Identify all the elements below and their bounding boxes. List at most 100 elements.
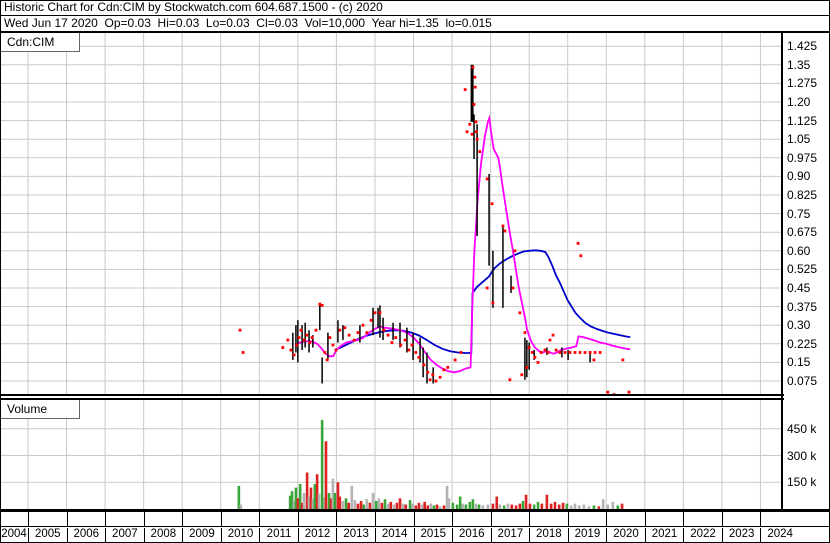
year-tick	[336, 512, 338, 526]
volume-panel-label: Volume	[0, 400, 80, 419]
volume-bar	[338, 496, 342, 509]
trade-dot	[583, 351, 587, 354]
trade-dot	[554, 348, 558, 352]
year-label-2006: 2006	[66, 528, 106, 542]
year-tick	[644, 512, 646, 526]
trade-dot	[328, 336, 332, 339]
volume-bar	[377, 498, 381, 509]
trade-dot	[473, 85, 477, 89]
trade-dot	[305, 333, 309, 337]
trade-dot	[621, 358, 625, 362]
volume-bar	[389, 501, 393, 509]
year-tick	[374, 512, 376, 526]
volume-bar	[374, 500, 378, 509]
trade-dot	[491, 301, 495, 305]
volume-bar	[521, 500, 525, 509]
trade-dot	[511, 286, 515, 290]
chart-header-title: Historic Chart for Cdn:CIM by Stockwatch…	[0, 0, 830, 16]
price-chart-svg	[0, 33, 781, 394]
trade-dot	[578, 351, 582, 354]
trade-dot	[295, 343, 299, 347]
trade-dot	[394, 336, 398, 339]
volume-bar	[398, 498, 402, 509]
year-label-2008: 2008	[143, 528, 183, 542]
year-label-2020: 2020	[606, 528, 645, 542]
trade-dot	[378, 311, 382, 315]
trade-dot	[568, 351, 572, 354]
year-label-2017: 2017	[490, 528, 530, 542]
year-tick	[182, 512, 184, 526]
year-tick	[721, 512, 723, 526]
trade-dot	[426, 370, 430, 374]
trade-dot	[382, 328, 386, 332]
trade-dot	[403, 338, 407, 342]
trade-dot	[356, 331, 360, 335]
trade-dot	[593, 351, 597, 354]
volume-bar	[423, 501, 426, 509]
trade-dot	[503, 229, 507, 233]
price-tick-label: 0.90	[787, 169, 811, 184]
year-label-2016: 2016	[452, 528, 491, 542]
price-tick-label: 0.375	[787, 299, 818, 314]
ma-fast-line	[294, 114, 631, 374]
panel-separator-top	[0, 394, 784, 396]
trade-dot	[459, 351, 463, 354]
volume-bar	[313, 484, 317, 509]
volume-bar	[365, 499, 369, 509]
volume-bar	[296, 498, 300, 509]
trade-dot	[289, 348, 293, 352]
trade-dot	[475, 137, 479, 141]
year-label-2019: 2019	[567, 528, 607, 542]
price-tick-label: 0.525	[787, 262, 818, 277]
volume-tick-label: 450 k	[787, 421, 817, 436]
volume-bar	[350, 485, 354, 509]
trade-dot	[241, 351, 245, 354]
price-tick-label: 0.075	[787, 374, 818, 388]
trade-dot	[314, 328, 318, 332]
trade-dot	[399, 343, 403, 347]
volume-bar	[458, 496, 462, 509]
trade-dot	[468, 122, 472, 126]
trade-dot	[286, 338, 290, 342]
trade-dot	[414, 351, 418, 354]
plot-right-border	[781, 33, 783, 512]
trade-dot	[513, 249, 517, 253]
year-label-2012: 2012	[297, 528, 337, 542]
trade-dot	[434, 379, 438, 383]
volume-panel	[0, 400, 782, 509]
volume-bar	[471, 499, 475, 509]
trade-dot	[474, 130, 478, 134]
year-tick	[606, 512, 608, 526]
year-tick	[683, 512, 685, 526]
price-tick-label: 1.275	[787, 76, 818, 91]
year-tick	[297, 512, 299, 526]
volume-bar	[408, 500, 412, 509]
trade-dot	[472, 103, 476, 106]
trade-dot	[530, 351, 534, 354]
trade-dot	[543, 348, 547, 352]
trade-dot	[546, 351, 550, 354]
volume-bar	[302, 492, 306, 509]
volume-bar	[468, 501, 472, 509]
trade-dot	[417, 356, 421, 359]
trade-dot	[365, 331, 369, 335]
volume-bar	[383, 499, 387, 509]
trade-dot	[490, 202, 494, 206]
trade-dot	[446, 365, 450, 369]
trade-dot	[369, 318, 373, 322]
trade-dot	[525, 365, 529, 369]
price-tick-label: 1.05	[787, 132, 811, 147]
year-label-2021: 2021	[644, 528, 684, 542]
trade-dot	[407, 348, 411, 352]
trade-dot	[478, 150, 482, 153]
year-label-2018: 2018	[529, 528, 568, 542]
quote-summary-line: Wed Jun 17 2020 Op=0.03 Hi=0.03 Lo=0.03 …	[4, 16, 492, 30]
year-tick	[28, 512, 29, 526]
volume-bar	[601, 499, 605, 509]
price-tick-label: 1.425	[787, 39, 818, 54]
volume-bar	[447, 498, 451, 509]
volume-bar	[333, 492, 337, 509]
volume-bar	[536, 501, 540, 509]
volume-bar	[524, 494, 528, 509]
trade-dot	[453, 358, 457, 362]
